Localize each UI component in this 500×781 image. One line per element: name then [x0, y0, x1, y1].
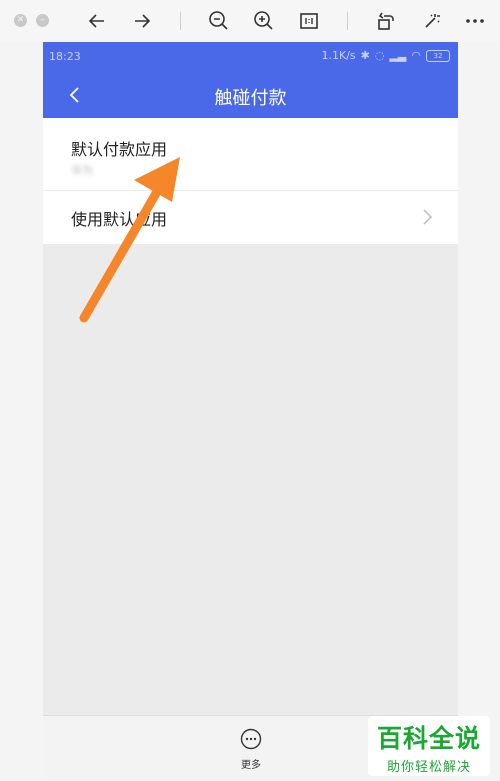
list-item-label: 使用默认应用 [71, 210, 168, 229]
watermark-subtitle: 助你轻松解决 [386, 760, 471, 775]
list-item-value: 华为 [71, 164, 93, 177]
more-options-icon[interactable] [462, 8, 488, 34]
toolbar-separator [347, 12, 348, 30]
magic-wand-icon[interactable] [418, 8, 444, 34]
actual-size-icon[interactable] [296, 8, 322, 34]
mute-icon: ◌ [374, 49, 385, 62]
settings-list: 默认付款应用 华为 使用默认应用 [43, 118, 458, 244]
more-circle-icon [240, 728, 262, 750]
app-header: 触碰付款 [43, 72, 458, 118]
status-icons: 1.1K/s ✱ ◌ ▂▃ ◠ 32 [321, 49, 450, 62]
watermark-title: 百科全说 [376, 724, 481, 753]
status-time: 18:23 [49, 50, 81, 63]
minimize-window-icon[interactable]: – [36, 14, 49, 27]
close-window-icon[interactable]: ✕ [14, 14, 27, 27]
zoom-out-icon[interactable] [206, 8, 232, 34]
bluetooth-icon: ✱ [360, 49, 370, 62]
forward-arrow-icon[interactable] [129, 8, 155, 34]
watermark-logo: 百科全说 助你轻松解决 [368, 716, 490, 776]
more-label: 更多 [241, 760, 261, 771]
status-bar: 18:23 1.1K/s ✱ ◌ ▂▃ ◠ 32 [43, 42, 458, 72]
back-arrow-icon[interactable] [84, 8, 110, 34]
use-default-app-item[interactable]: 使用默认应用 [43, 191, 458, 244]
default-payment-app-item[interactable]: 默认付款应用 华为 [43, 118, 458, 191]
signal-icon: ▂▃ [389, 49, 407, 62]
network-speed: 1.1K/s [321, 49, 356, 62]
list-item-label: 默认付款应用 [71, 140, 168, 159]
chevron-right-icon [423, 209, 433, 225]
toolbar-separator [180, 12, 181, 30]
phone-screen: 18:23 1.1K/s ✱ ◌ ▂▃ ◠ 32 触碰付款 默认付款应用 华为 … [43, 42, 458, 781]
rotate-icon[interactable] [373, 8, 399, 34]
image-viewer-toolbar: ✕ – [0, 0, 500, 42]
more-button[interactable]: 更多 [233, 728, 269, 771]
wifi-icon: ◠ [411, 49, 421, 62]
battery-icon: 32 [426, 49, 450, 62]
page-title: 触碰付款 [214, 88, 287, 109]
zoom-in-icon[interactable] [251, 8, 277, 34]
